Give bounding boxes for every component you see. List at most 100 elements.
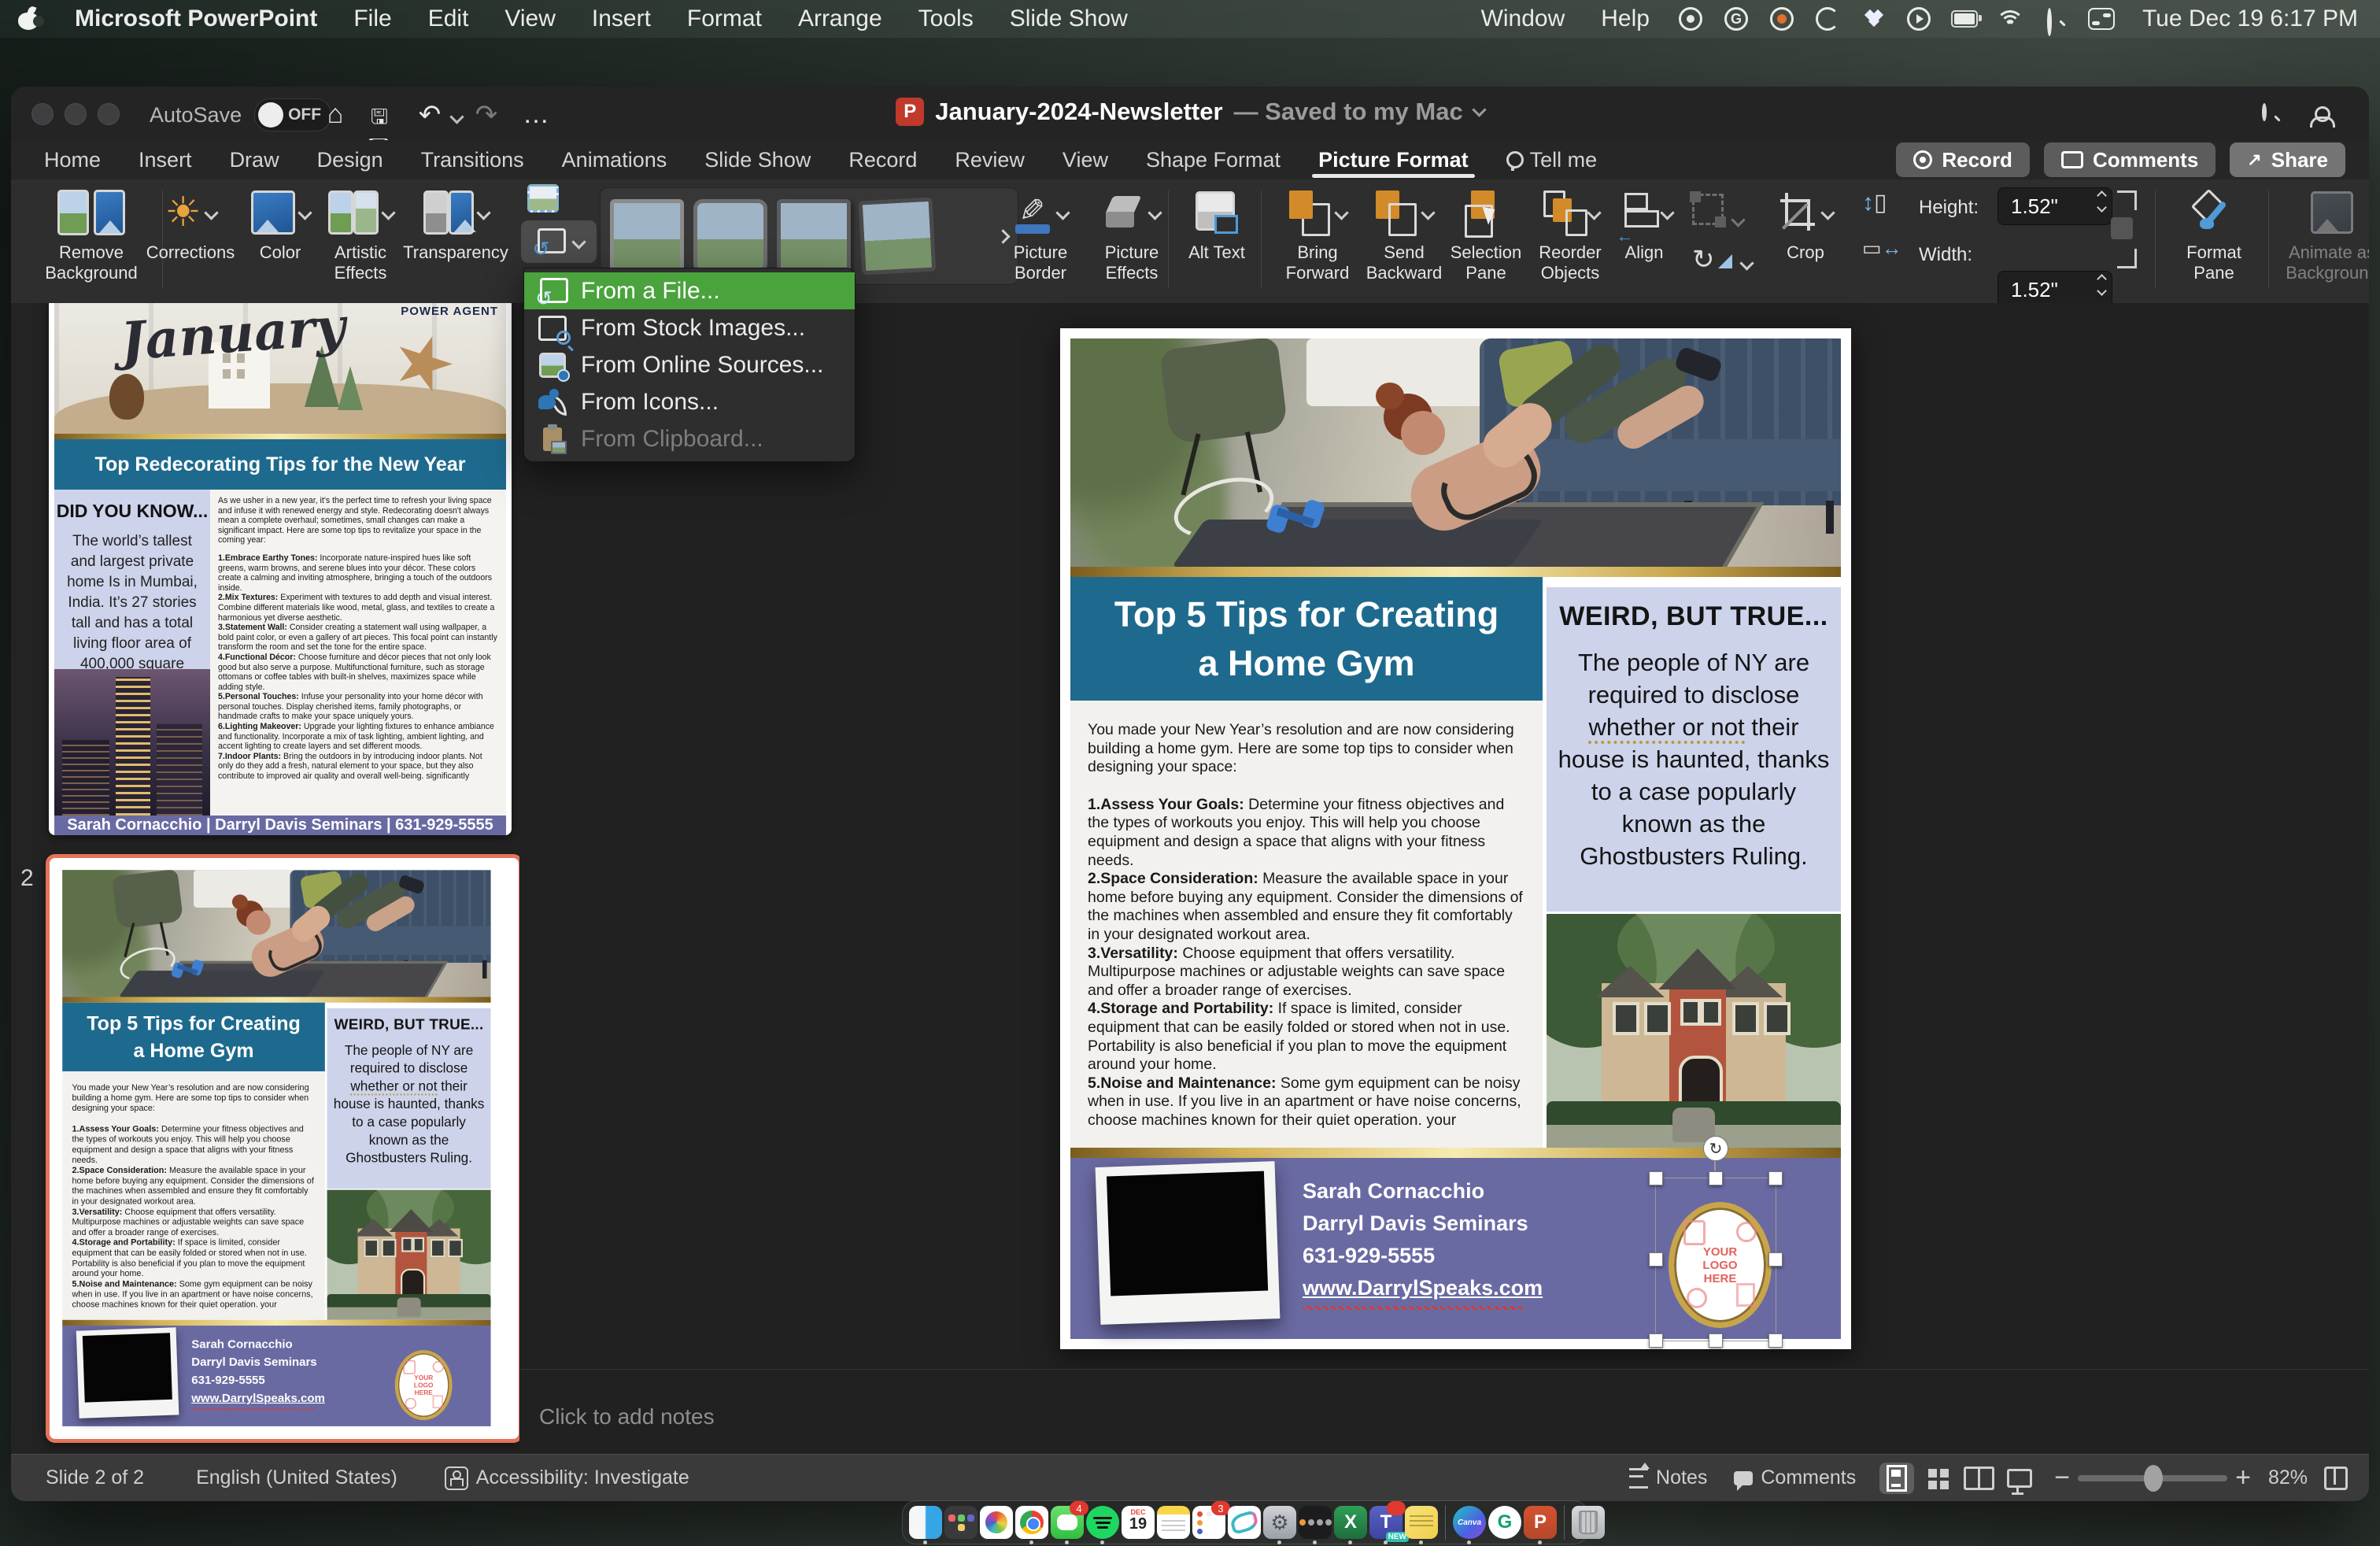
picture-border-button[interactable]: ✎ Picture Border: [1000, 183, 1081, 283]
calculator-icon[interactable]: [1299, 1506, 1332, 1539]
menu-item-from-file[interactable]: ↺ From a File...: [524, 272, 855, 309]
remove-background-button[interactable]: Remove Background: [28, 183, 154, 283]
house-photo[interactable]: [1547, 914, 1841, 1148]
notes-toggle[interactable]: Notes: [1629, 1466, 1707, 1489]
slide-body-text[interactable]: You made your New Year’s resolution and …: [1070, 701, 1543, 1148]
color-button[interactable]: Color: [247, 183, 313, 263]
slide-sorter-view-button[interactable]: [1920, 1463, 1955, 1494]
fit-slide-button[interactable]: [2319, 1463, 2353, 1494]
menu-file[interactable]: File: [335, 1, 409, 38]
slide-title[interactable]: Top 5 Tips for Creatinga Home Gym: [62, 1003, 325, 1071]
language-selector[interactable]: English (United States): [196, 1466, 397, 1489]
zoom-out-button[interactable]: −: [2054, 1463, 2070, 1493]
lock-aspect-ratio-button[interactable]: [2111, 217, 2133, 239]
app-menu[interactable]: Microsoft PowerPoint: [57, 1, 335, 38]
contact-link[interactable]: www.DarrylSpeaks.com: [191, 1389, 325, 1407]
bring-forward-button[interactable]: Bring Forward: [1272, 183, 1363, 283]
comments-toggle[interactable]: Comments: [1734, 1466, 1856, 1489]
tab-home[interactable]: Home: [25, 140, 120, 179]
contact-block[interactable]: Sarah Cornacchio Darryl Davis Seminars 6…: [1303, 1175, 1543, 1310]
selection-handle-ne[interactable]: [1768, 1171, 1783, 1185]
crop-button[interactable]: Crop: [1768, 183, 1843, 263]
picture-style-4[interactable]: [859, 198, 937, 276]
picture-style-2[interactable]: [693, 199, 767, 273]
alt-text-button[interactable]: Alt Text: [1181, 183, 1253, 263]
reading-view-button[interactable]: [1961, 1463, 1996, 1494]
selection-handle-sw[interactable]: [1649, 1333, 1663, 1348]
menu-format[interactable]: Format: [669, 1, 780, 38]
timer-icon[interactable]: [1814, 6, 1841, 32]
freeform-icon[interactable]: [1228, 1506, 1261, 1539]
weird-but-true-box[interactable]: WEIRD, BUT TRUE... The people of NY are …: [327, 1008, 491, 1189]
tab-view[interactable]: View: [1044, 140, 1127, 179]
chrome-icon[interactable]: [1015, 1506, 1048, 1539]
messages-icon[interactable]: 4: [1051, 1506, 1084, 1539]
reorder-objects-button[interactable]: Reorder Objects: [1527, 183, 1613, 283]
menu-window[interactable]: Window: [1463, 1, 1584, 38]
control-center-icon[interactable]: [2088, 6, 2115, 32]
selection-handle-nw[interactable]: [1649, 1171, 1663, 1185]
tab-insert[interactable]: Insert: [120, 140, 211, 179]
slide-title[interactable]: Top 5 Tips for Creatinga Home Gym: [1070, 577, 1543, 701]
zoom-slider[interactable]: [2078, 1475, 2227, 1481]
menu-item-from-online-sources[interactable]: From Online Sources...: [524, 346, 855, 383]
dropbox-icon[interactable]: [1860, 6, 1887, 32]
normal-view-button[interactable]: [1879, 1463, 1914, 1494]
notes-placeholder[interactable]: Click to add notes: [539, 1404, 715, 1429]
notes-app-icon[interactable]: [1157, 1506, 1190, 1539]
menu-view[interactable]: View: [486, 1, 573, 38]
transparency-button[interactable]: Transparency: [408, 183, 503, 263]
menu-help[interactable]: Help: [1583, 1, 1668, 38]
menu-tools[interactable]: Tools: [900, 1, 992, 38]
house-photo[interactable]: [327, 1190, 491, 1320]
menu-slide-show[interactable]: Slide Show: [992, 1, 1146, 38]
battery-icon[interactable]: [1951, 6, 1978, 32]
stickies-icon[interactable]: [1405, 1506, 1438, 1539]
picture-effects-button[interactable]: Picture Effects: [1091, 183, 1173, 283]
excel-icon[interactable]: X: [1334, 1506, 1367, 1539]
rotate-handle[interactable]: ↻: [1703, 1136, 1728, 1161]
menu-insert[interactable]: Insert: [574, 1, 669, 38]
contact-block[interactable]: Sarah Cornacchio Darryl Davis Seminars 6…: [191, 1335, 325, 1410]
polaroid-photo[interactable]: [1096, 1161, 1281, 1325]
launchpad-icon[interactable]: [944, 1506, 978, 1539]
reset-picture-button[interactable]: [527, 184, 562, 216]
powerpoint-dock-icon[interactable]: P: [1524, 1506, 1557, 1539]
menu-item-from-stock-images[interactable]: From Stock Images...: [524, 309, 855, 346]
contact-link[interactable]: www.DarrylSpeaks.com: [1303, 1272, 1543, 1304]
tab-animations[interactable]: Animations: [543, 140, 686, 179]
picture-style-1[interactable]: [610, 199, 684, 273]
search-icon[interactable]: [2257, 101, 2284, 128]
finder-icon[interactable]: [909, 1506, 942, 1539]
apple-menu[interactable]: [0, 1, 57, 38]
tab-draw[interactable]: Draw: [211, 140, 298, 179]
picture-style-3[interactable]: [777, 199, 851, 273]
selection-handle-n[interactable]: [1709, 1171, 1723, 1185]
calendar-icon[interactable]: DEC19: [1122, 1506, 1155, 1539]
height-input[interactable]: 1.52": [1998, 187, 2112, 225]
change-picture-button[interactable]: ↺: [521, 220, 597, 263]
record-button[interactable]: Record: [1896, 142, 2030, 177]
selection-handle-w[interactable]: [1649, 1252, 1663, 1267]
comments-button[interactable]: Comments: [2044, 142, 2216, 177]
align-button[interactable]: ← Align: [1610, 183, 1678, 263]
slide-thumbnail-1[interactable]: ★ January POWER AGENT Top Redecorating T…: [49, 303, 512, 835]
screen-record-icon[interactable]: [1677, 6, 1704, 32]
grammarly-icon[interactable]: G: [1723, 6, 1750, 32]
width-step-down[interactable]: [2097, 286, 2107, 296]
selection-handle-s[interactable]: [1709, 1333, 1723, 1348]
tab-slide-show[interactable]: Slide Show: [686, 140, 830, 179]
reminders-icon[interactable]: 3: [1192, 1506, 1225, 1539]
spotify-icon[interactable]: [1086, 1506, 1119, 1539]
height-step-up[interactable]: [2097, 190, 2107, 201]
photos-icon[interactable]: [980, 1506, 1013, 1539]
slide-body-text[interactable]: You made your New Year’s resolution and …: [62, 1071, 325, 1320]
wifi-icon[interactable]: [1997, 6, 2023, 32]
tab-tell-me[interactable]: Tell me: [1488, 140, 1617, 179]
spotlight-icon[interactable]: [2042, 6, 2069, 32]
cleanmymac-icon[interactable]: [1768, 6, 1795, 32]
document-save-status[interactable]: — Saved to my Mac: [1234, 98, 1463, 126]
menu-bar-clock[interactable]: Tue Dec 19 6:17 PM: [2124, 1, 2380, 38]
send-backward-button[interactable]: Send Backward: [1358, 183, 1450, 283]
menu-arrange[interactable]: Arrange: [780, 1, 900, 38]
